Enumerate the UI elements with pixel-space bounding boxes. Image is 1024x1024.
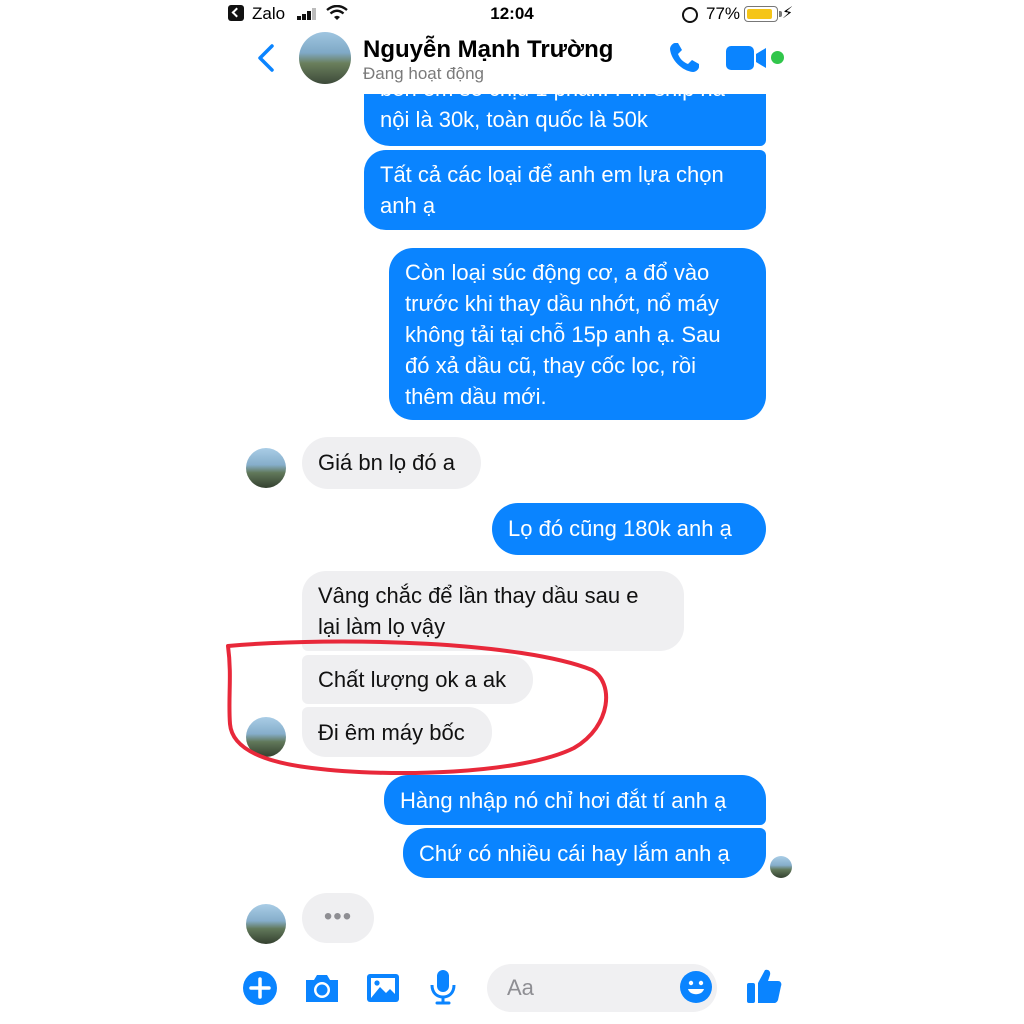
phone-call-icon[interactable]: [666, 40, 702, 76]
battery-fill: [747, 9, 772, 19]
plus-icon[interactable]: [242, 970, 278, 1006]
composer-bar: Aa: [222, 950, 802, 1024]
contact-avatar[interactable]: [299, 32, 351, 84]
message-line: Lọ đó cũng 180k anh ạ: [508, 516, 732, 541]
message-line: Tất cả các loại để anh em lựa chọn: [380, 162, 724, 187]
message-outgoing[interactable]: Lọ đó cũng 180k anh ạ: [492, 503, 766, 555]
status-bar: Zalo 12:04 77% ⚡: [222, 0, 802, 30]
message-outgoing[interactable]: Tất cả các loại để anh em lựa chọn anh ạ: [364, 150, 766, 230]
typing-dots: •••: [323, 903, 353, 930]
message-line: trước khi thay dầu nhớt, nổ máy: [405, 291, 719, 316]
back-chevron-icon[interactable]: [252, 38, 282, 78]
message-line: Hàng nhập nó chỉ hơi đắt tí anh ạ: [400, 788, 727, 813]
chat-header: Nguyễn Mạnh Trường Đang hoạt động: [222, 30, 802, 94]
rotation-lock-icon: [682, 7, 698, 23]
message-line: nội là 30k, toàn quốc là 50k: [380, 107, 648, 132]
message-line: không tải tại chỗ 15p anh ạ. Sau: [405, 322, 721, 347]
message-line: đó xả dầu cũ, thay cốc lọc, rồi: [405, 353, 697, 378]
charging-icon: ⚡: [782, 5, 794, 22]
contact-avatar[interactable]: [246, 904, 286, 944]
battery-icon: [744, 6, 782, 22]
typing-indicator: •••: [302, 893, 374, 943]
message-line: Còn loại súc động cơ, a đổ vào: [405, 260, 710, 285]
message-outgoing[interactable]: Hàng nhập nó chỉ hơi đắt tí anh ạ: [384, 775, 766, 825]
microphone-icon[interactable]: [429, 968, 457, 1006]
message-line: Giá bn lọ đó a: [318, 450, 455, 475]
active-status: Đang hoạt động: [363, 64, 484, 83]
image-gallery-icon[interactable]: [365, 972, 401, 1004]
camera-icon[interactable]: [303, 972, 341, 1004]
battery-percent: 77%: [706, 4, 741, 23]
video-call-icon[interactable]: [724, 42, 772, 74]
message-input-placeholder: Aa: [507, 975, 534, 1000]
message-incoming[interactable]: Giá bn lọ đó a: [302, 437, 481, 489]
message-outgoing[interactable]: Chứ có nhiều cái hay lắm anh ạ: [403, 828, 766, 878]
message-outgoing[interactable]: Còn loại súc động cơ, a đổ vào trước khi…: [389, 248, 766, 420]
annotation-circle: [226, 639, 608, 776]
message-line: thêm dầu mới.: [405, 384, 547, 409]
emoji-icon[interactable]: [679, 970, 713, 1004]
online-status-dot: [771, 51, 784, 64]
message-line: Chứ có nhiều cái hay lắm anh ạ: [419, 841, 730, 866]
contact-avatar[interactable]: [246, 448, 286, 488]
seen-receipt-avatar: [770, 856, 792, 878]
contact-name[interactable]: Nguyễn Mạnh Trường: [363, 36, 613, 64]
thumbs-up-icon[interactable]: [745, 966, 783, 1006]
message-line: Vâng chắc để lần thay dầu sau e: [318, 583, 639, 608]
message-line: anh ạ: [380, 193, 436, 218]
